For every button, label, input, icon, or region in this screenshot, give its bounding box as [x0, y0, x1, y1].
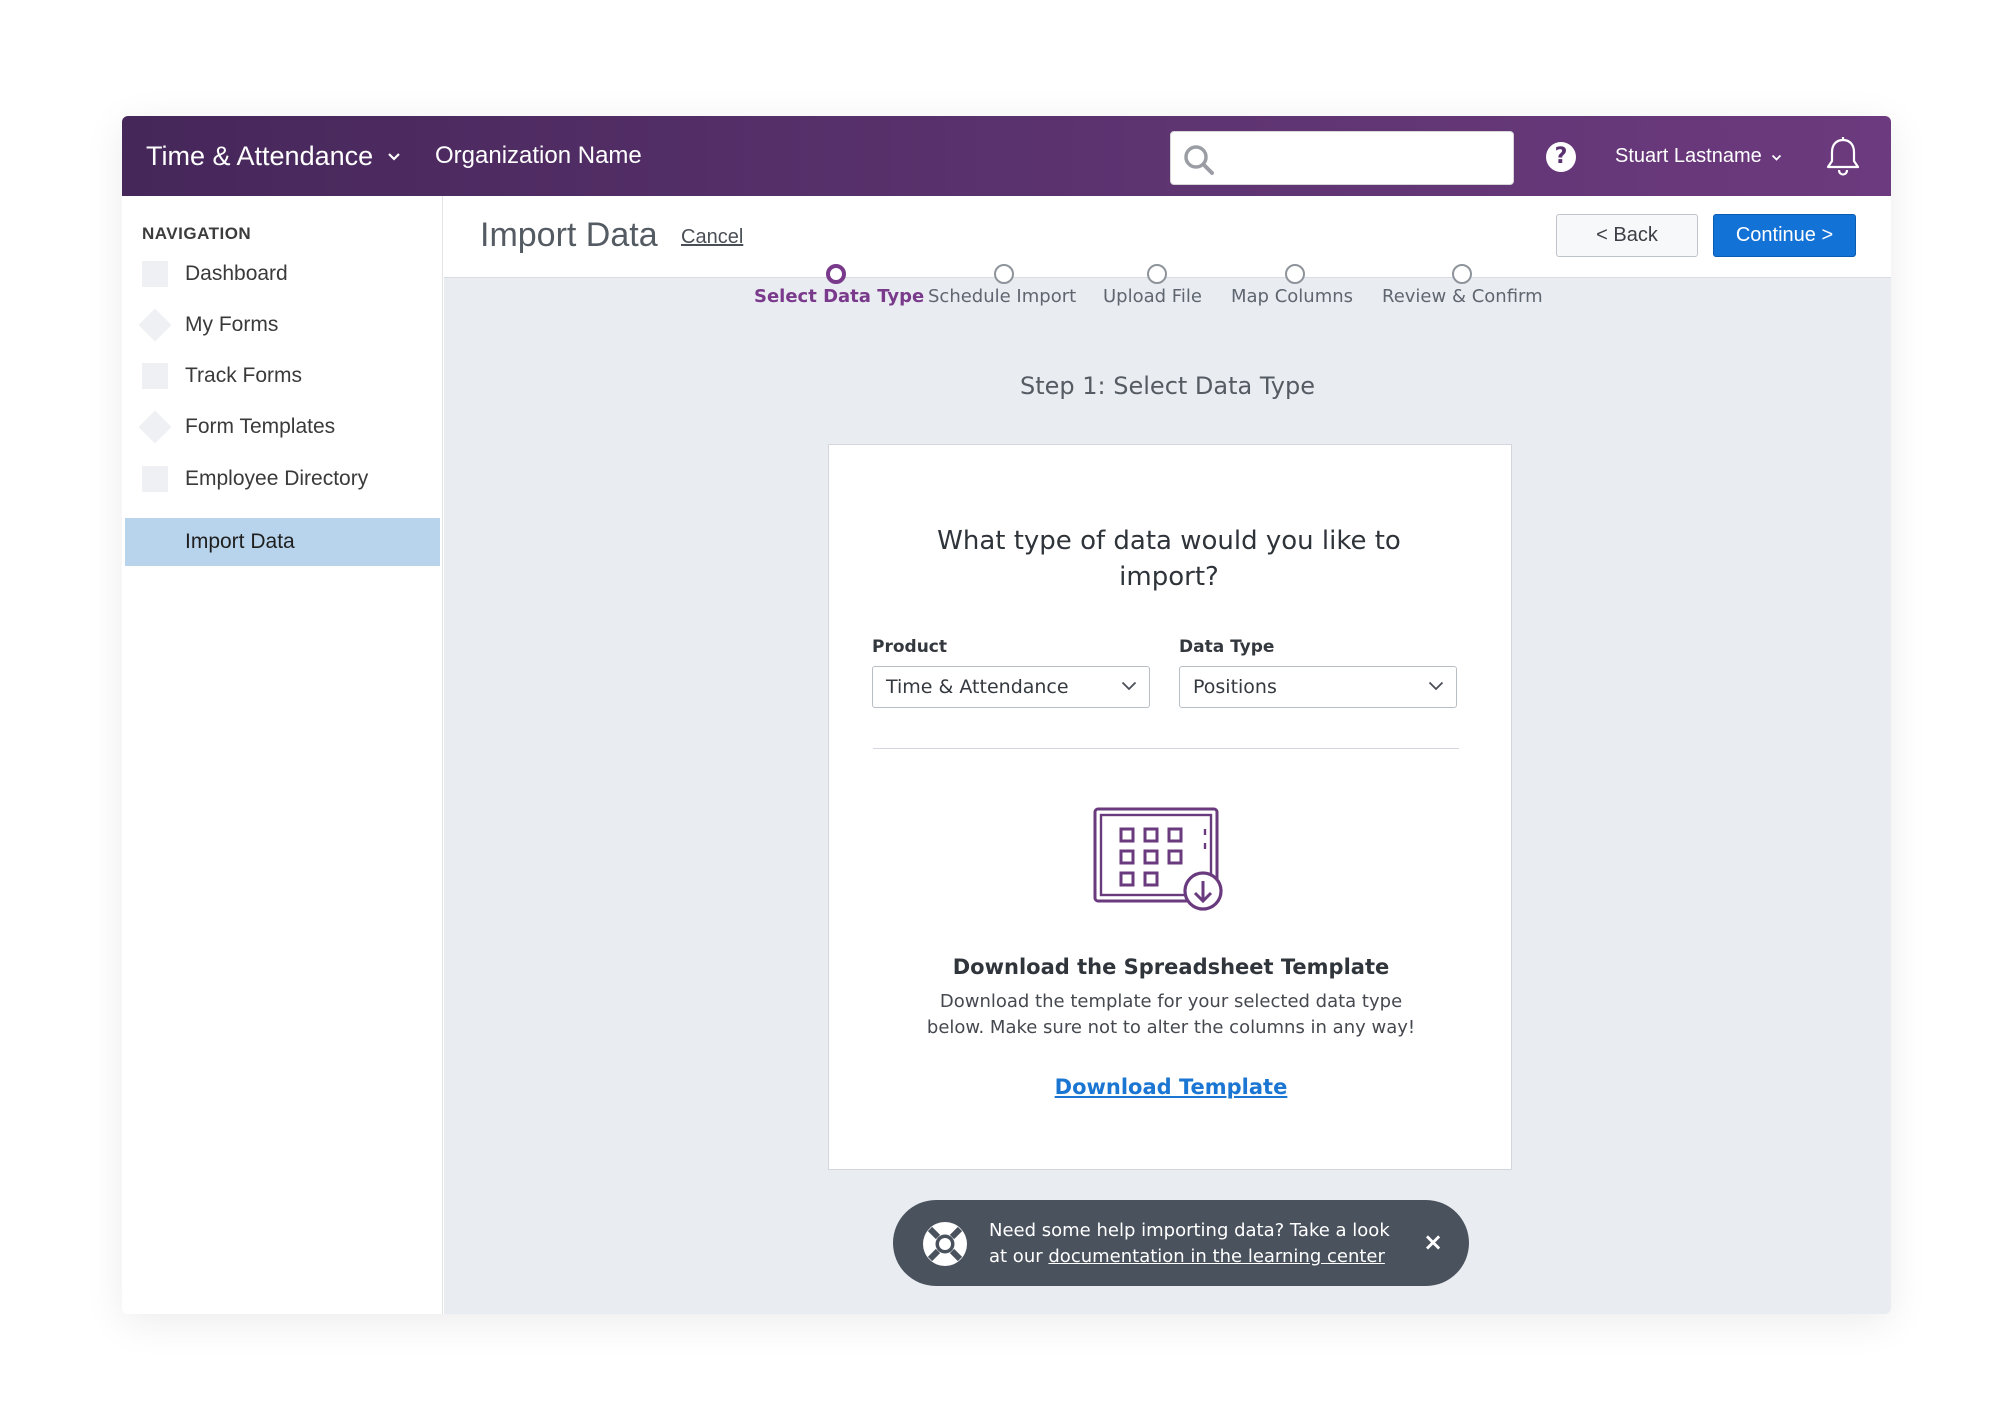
step-label: Map Columns — [1231, 286, 1354, 307]
sidebar-item-employee-directory[interactable]: Employee Directory — [122, 455, 442, 503]
main-content: Import Data Cancel < Back Continue > Sel… — [444, 196, 1891, 1314]
help-icon[interactable]: ? — [1546, 142, 1576, 172]
sidebar-item-label: Form Templates — [185, 415, 336, 438]
product-label: Product — [872, 637, 947, 657]
user-menu[interactable]: Stuart Lastname — [1615, 140, 1782, 172]
divider — [873, 748, 1459, 749]
learning-center-link[interactable]: documentation in the learning center — [1048, 1246, 1385, 1267]
continue-button[interactable]: Continue > — [1713, 214, 1856, 257]
sidebar-item-label: Dashboard — [185, 262, 288, 285]
toast-message: Need some help importing data? Take a lo… — [989, 1218, 1409, 1270]
sidebar-item-my-forms[interactable]: My Forms — [122, 301, 442, 349]
step-label: Select Data Type — [754, 286, 925, 307]
download-template-link[interactable]: Download Template — [829, 1075, 1513, 1099]
step-label: Review & Confirm — [1382, 286, 1543, 307]
download-title: Download the Spreadsheet Template — [952, 955, 1390, 979]
sidebar-item-label: Employee Directory — [185, 467, 369, 490]
product-switcher[interactable]: Time & Attendance — [146, 136, 401, 176]
sidebar-item-label: Import Data — [185, 530, 295, 553]
diamond-icon — [138, 308, 172, 342]
sidebar-item-label: Track Forms — [185, 364, 303, 387]
top-header: Time & Attendance Organization Name ? St… — [122, 116, 1891, 196]
search-input[interactable] — [1227, 140, 1497, 178]
app-window: Time & Attendance Organization Name ? St… — [122, 116, 1891, 1314]
data-type-select-value: Positions — [1193, 676, 1277, 698]
card-question: What type of data would you like to impo… — [937, 526, 1401, 592]
import-card: What type of data would you like to impo… — [828, 444, 1512, 1170]
back-button[interactable]: < Back — [1556, 214, 1698, 257]
diamond-icon — [138, 410, 172, 444]
sidebar-item-import-data[interactable]: Import Data — [125, 518, 440, 566]
step-label: Schedule Import — [928, 286, 1077, 307]
product-select-value: Time & Attendance — [886, 676, 1069, 698]
cancel-link[interactable]: Cancel — [681, 226, 743, 249]
navigation-heading: NAVIGATION — [142, 224, 252, 243]
chevron-down-icon — [1121, 681, 1137, 691]
sidebar-item-form-templates[interactable]: Form Templates — [122, 403, 442, 451]
chevron-down-icon — [1771, 149, 1782, 165]
sidebar-item-dashboard[interactable]: Dashboard — [122, 250, 442, 298]
search-icon — [1184, 145, 1214, 175]
life-ring-icon — [923, 1222, 967, 1266]
sidebar-item-track-forms[interactable]: Track Forms — [122, 352, 442, 400]
product-select[interactable]: Time & Attendance — [872, 666, 1150, 708]
help-toast: Need some help importing data? Take a lo… — [893, 1200, 1469, 1286]
step-indicator — [1452, 264, 1472, 284]
user-name: Stuart Lastname — [1615, 145, 1762, 167]
bell-icon[interactable] — [1825, 136, 1861, 176]
sidebar-item-label: My Forms — [185, 313, 279, 336]
step-indicator-active — [826, 264, 846, 284]
step-heading: Step 1: Select Data Type — [1020, 372, 1315, 400]
organization-name: Organization Name — [435, 142, 642, 169]
step-indicator — [994, 264, 1014, 284]
step-indicator — [1147, 264, 1167, 284]
square-icon — [142, 466, 168, 492]
square-icon — [142, 261, 168, 287]
close-icon[interactable]: × — [1419, 1228, 1447, 1256]
page-title: Import Data — [480, 216, 658, 254]
chevron-down-icon — [387, 146, 401, 167]
data-type-label: Data Type — [1179, 637, 1275, 657]
download-description: Download the template for your selected … — [926, 991, 1416, 1038]
chevron-down-icon — [1428, 681, 1444, 691]
spreadsheet-download-icon — [1093, 807, 1223, 911]
step-indicator — [1285, 264, 1305, 284]
product-name: Time & Attendance — [146, 140, 374, 171]
search-box[interactable] — [1170, 131, 1514, 185]
data-type-select[interactable]: Positions — [1179, 666, 1457, 708]
square-icon — [142, 363, 168, 389]
page-toolbar: Import Data Cancel < Back Continue > — [444, 196, 1891, 278]
step-label: Upload File — [1103, 286, 1202, 307]
sidebar-navigation: NAVIGATION Dashboard My Forms Track Form… — [122, 196, 443, 1314]
